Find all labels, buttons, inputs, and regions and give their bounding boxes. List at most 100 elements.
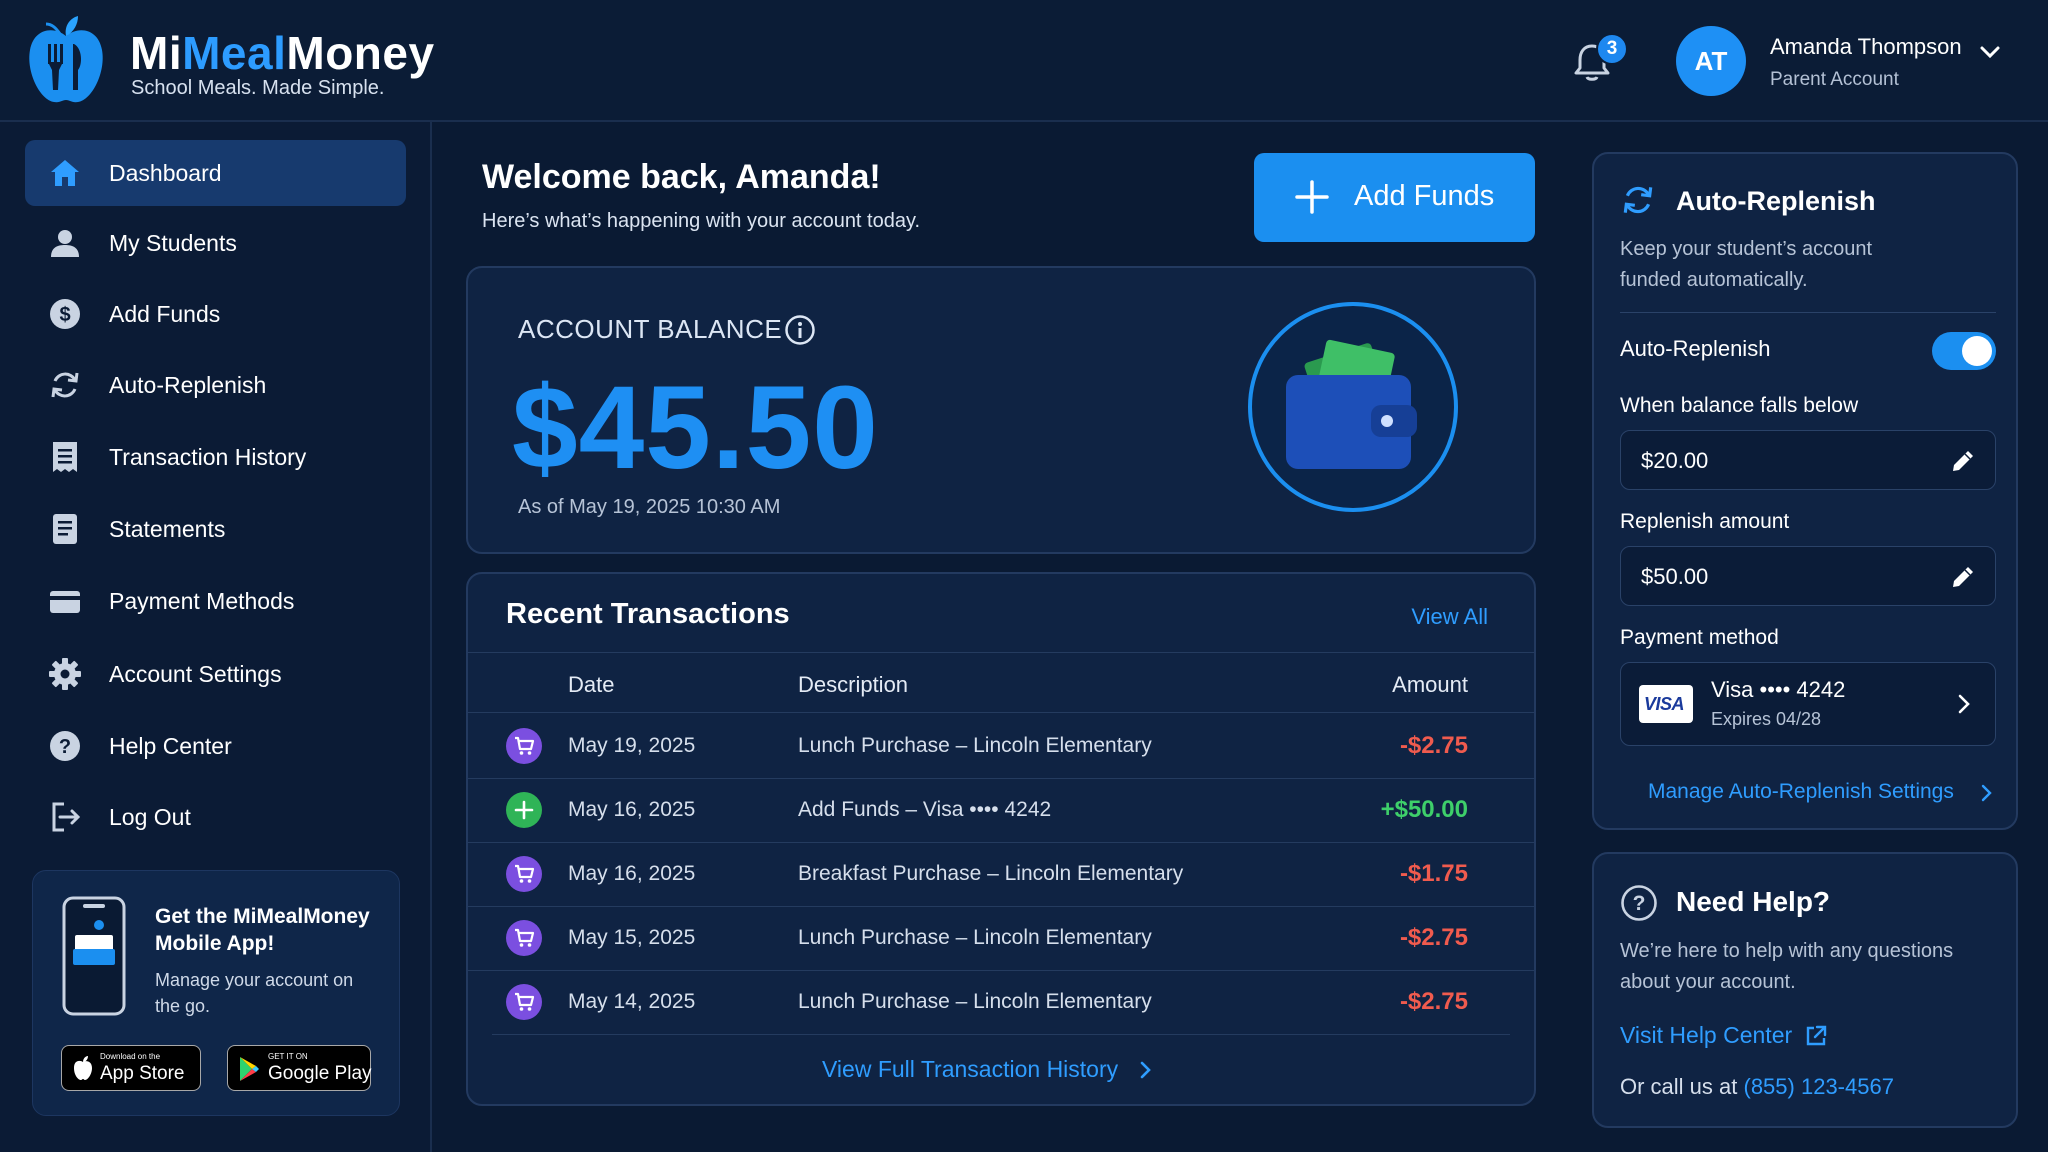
sidebar-item-transaction-history[interactable]: Transaction History [25,424,406,490]
transaction-amount: +$50.00 [1380,796,1468,823]
user-name[interactable]: Amanda Thompson [1770,34,1962,60]
plus-icon [1295,180,1329,214]
avatar[interactable]: AT [1676,26,1746,96]
sidebar-item-label: Log Out [109,803,191,830]
payment-method-label: Payment method [1620,626,1779,649]
page-subtitle: Here’s what’s happening with your accoun… [482,210,921,232]
auto-replenish-card: Auto-Replenish Keep your student’s accou… [1592,152,2018,830]
gear-icon [47,656,83,692]
chevron-right-icon [1958,694,1970,714]
transaction-description: Lunch Purchase – Lincoln Elementary [798,734,1152,757]
recent-transactions-card: Recent Transactions View All Date Descri… [466,572,1536,1106]
column-header-description[interactable]: Description [798,672,908,698]
credit-card-icon [47,583,83,619]
brand-name: MiMealMoney [130,27,435,79]
pencil-icon[interactable] [1949,563,1977,591]
phone-number-link[interactable]: (855) 123-4567 [1744,1074,1894,1099]
app-promo-title: Get the MiMealMoney Mobile App! [155,905,370,955]
sidebar-item-statements[interactable]: Statements [25,496,406,562]
refresh-icon [1623,186,1653,214]
question-circle-icon: ? [1621,885,1657,921]
svg-text:?: ? [59,736,71,758]
need-help-card: ? Need Help? We’re here to help with any… [1592,852,2018,1128]
transaction-description: Add Funds – Visa •••• 4242 [798,798,1052,821]
payment-method-selector[interactable]: VISA Visa •••• 4242 Expires 04/28 [1620,662,1996,746]
call-prefix: Or call us at [1620,1074,1738,1099]
sidebar-item-log-out[interactable]: Log Out [25,784,406,850]
app-store-small-text: Download on the [100,1052,161,1061]
cart-icon [506,984,542,1020]
threshold-field[interactable]: $20.00 [1620,430,1996,490]
transaction-description: Lunch Purchase – Lincoln Elementary [798,990,1152,1013]
threshold-label: When balance falls below [1620,394,1859,417]
info-icon[interactable] [784,314,816,346]
sidebar-item-add-funds[interactable]: $ Add Funds [25,281,406,347]
sidebar-item-label: Help Center [109,732,232,759]
view-all-link[interactable]: View All [1411,604,1488,630]
google-play-icon [240,1057,259,1081]
chevron-right-icon[interactable] [1133,1058,1157,1082]
home-icon [47,155,83,191]
sidebar-item-label: Account Settings [109,660,282,687]
help-phone-line: Or call us at (855) 123-4567 [1620,1074,1894,1100]
sidebar-item-account-settings[interactable]: Account Settings [25,641,406,707]
transaction-amount: -$1.75 [1399,860,1468,887]
sidebar-item-auto-replenish[interactable]: Auto-Replenish [25,352,406,418]
apple-icon [74,1056,92,1080]
svg-text:?: ? [1633,892,1646,915]
help-title: Need Help? [1676,886,1831,917]
google-play-small-text: GET IT ON [268,1052,308,1061]
logout-icon [47,799,83,835]
sidebar-item-help-center[interactable]: ? Help Center [25,713,406,779]
help-description: We’re here to help with any questions ab… [1620,940,1954,993]
transaction-description: Breakfast Purchase – Lincoln Elementary [798,862,1184,885]
google-play-button[interactable]: GET IT ON Google Play [227,1045,372,1091]
manage-auto-replenish-link[interactable]: Manage Auto-Replenish Settings [1648,780,1954,804]
toggle-knob [1962,336,1992,366]
refresh-icon [47,367,83,403]
sidebar-item-label: Auto-Replenish [109,371,267,398]
table-row[interactable]: May 15, 2025 Lunch Purchase – Lincoln El… [468,906,1534,970]
transaction-date: May 16, 2025 [568,862,696,885]
table-row[interactable]: May 14, 2025 Lunch Purchase – Lincoln El… [468,970,1534,1034]
sidebar-item-payment-methods[interactable]: Payment Methods [25,568,406,634]
balance-timestamp: As of May 19, 2025 10:30 AM [518,496,781,518]
add-funds-button[interactable]: Add Funds [1254,153,1535,242]
transaction-date: May 14, 2025 [568,990,696,1013]
app-store-button[interactable]: Download on the App Store [61,1045,201,1091]
receipt-icon [47,439,83,475]
cart-icon [506,728,542,764]
card-expiry: Expires 04/28 [1711,709,1822,729]
view-full-history-link[interactable]: View Full Transaction History [822,1056,1118,1083]
user-role: Parent Account [1770,69,1899,90]
sidebar-item-label: My Students [109,229,237,256]
svg-text:$: $ [59,304,70,326]
table-row[interactable]: May 16, 2025 Add Funds – Visa •••• 4242 … [468,778,1534,842]
top-header: MiMealMoney School Meals. Made Simple. 3… [0,0,2048,122]
account-balance-card: ACCOUNT BALANCE $45.50 As of May 19, 202… [466,266,1536,554]
balance-label: ACCOUNT BALANCE [518,314,783,344]
notification-badge[interactable]: 3 [1596,33,1628,65]
chevron-right-icon[interactable] [1976,782,1998,804]
dollar-icon: $ [47,296,83,332]
auto-replenish-toggle-label: Auto-Replenish [1620,336,1771,361]
question-icon: ? [47,728,83,764]
visit-help-center-link[interactable]: Visit Help Center [1620,1022,1792,1049]
external-link-icon[interactable] [1804,1024,1828,1048]
page-title: Welcome back, Amanda! [482,158,881,196]
auto-replenish-toggle[interactable] [1932,332,1996,370]
pencil-icon[interactable] [1949,447,1977,475]
auto-replenish-title: Auto-Replenish [1676,186,1876,216]
column-header-amount[interactable]: Amount [1392,672,1468,698]
table-row[interactable]: May 19, 2025 Lunch Purchase – Lincoln El… [468,714,1534,778]
transaction-date: May 16, 2025 [568,798,696,821]
chevron-down-icon[interactable] [1976,38,2004,66]
app-store-text: App Store [100,1063,185,1084]
sidebar-item-my-students[interactable]: My Students [25,210,406,276]
replenish-amount-field[interactable]: $50.00 [1620,546,1996,606]
brand-tagline: School Meals. Made Simple. [131,77,385,99]
column-header-date[interactable]: Date [568,672,614,698]
table-row[interactable]: May 16, 2025 Breakfast Purchase – Lincol… [468,842,1534,906]
sidebar-item-label: Dashboard [109,159,222,186]
sidebar-item-dashboard[interactable]: Dashboard [25,140,406,206]
